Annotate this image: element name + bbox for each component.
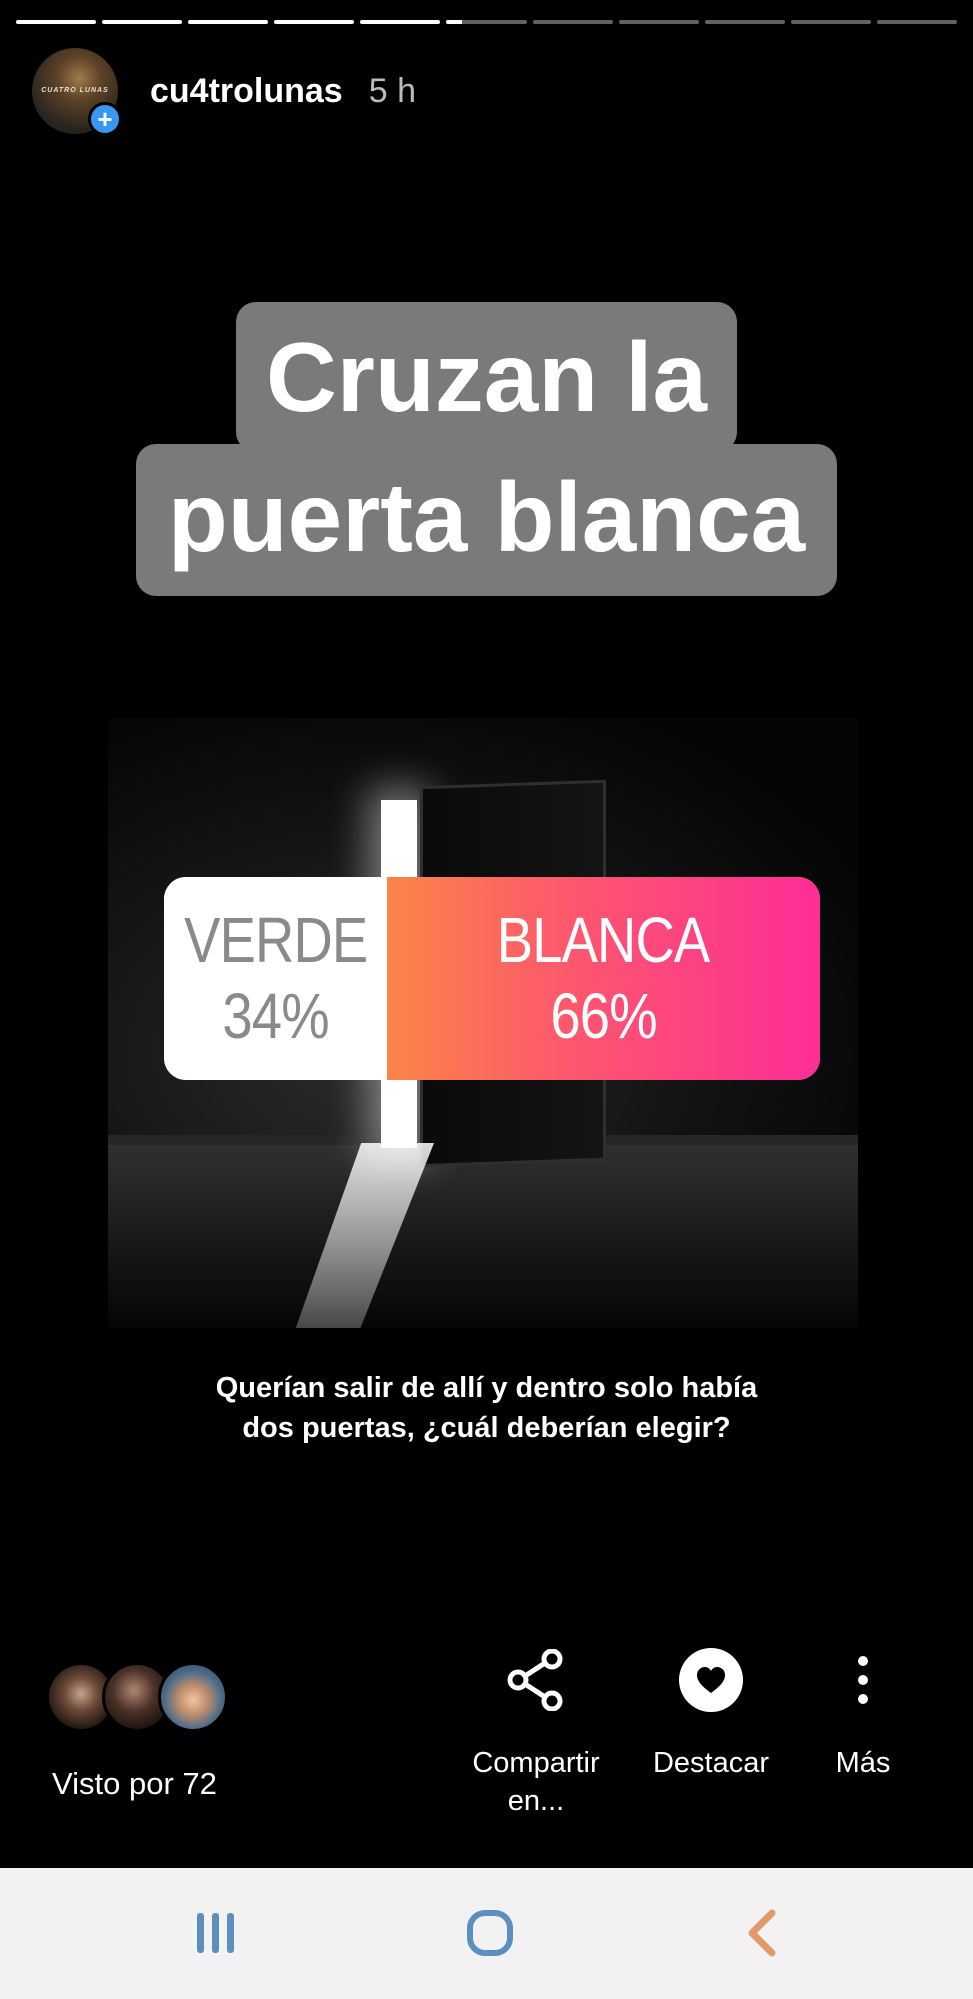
home-icon: [467, 1910, 513, 1956]
highlight-label: Destacar: [652, 1747, 770, 1779]
heart-icon: [678, 1640, 744, 1720]
story-progress-segment: [360, 20, 441, 24]
caption-line-1: Querían salir de allí y dentro solo habí…: [215, 1372, 758, 1404]
story-progress-segment: [102, 20, 183, 24]
share-label: Compartir en...: [472, 1744, 599, 1820]
story-progress-segment: [446, 20, 527, 24]
username[interactable]: cu4trolunas: [150, 72, 343, 111]
poll-option-percent: 66%: [550, 979, 657, 1052]
caption-line-2: dos puertas, ¿cuál deberían elegir?: [242, 1412, 731, 1444]
poll-results: VERDE 34% BLANCA 66%: [164, 877, 820, 1080]
recent-apps-icon: [197, 1913, 234, 1953]
story-progress-segment: [274, 20, 355, 24]
plus-icon[interactable]: +: [88, 102, 122, 136]
title-line-1: Cruzan la: [235, 302, 738, 452]
poll-option-verde[interactable]: VERDE 34%: [164, 877, 388, 1080]
floor: [108, 1143, 858, 1328]
home-button[interactable]: [445, 1898, 535, 1968]
share-button[interactable]: Compartir en...: [453, 1640, 619, 1820]
recent-apps-button[interactable]: [171, 1898, 261, 1968]
avatar-logo-text: CUATRO LUNAS: [41, 87, 109, 94]
profile-avatar[interactable]: CUATRO LUNAS +: [32, 48, 122, 136]
more-button[interactable]: Más: [800, 1640, 926, 1782]
story-progress-segment: [876, 20, 958, 24]
title-text: Cruzan la puerta blanca: [0, 302, 973, 596]
story-progress-segment: [188, 20, 269, 24]
story-progress-segment: [618, 20, 699, 24]
more-vertical-icon: [856, 1640, 870, 1720]
story-progress-segment: [16, 20, 97, 24]
back-icon: [748, 1909, 776, 1957]
poll-option-label: VERDE: [183, 903, 368, 976]
poll-option-blanca[interactable]: BLANCA 66%: [387, 877, 820, 1080]
back-button[interactable]: [717, 1898, 807, 1968]
share-label-line-1: Compartir: [472, 1747, 600, 1779]
story-progress-bar: [16, 20, 958, 24]
timestamp: 5 h: [368, 71, 416, 110]
poll-option-label: BLANCA: [497, 903, 710, 976]
story-header: CUATRO LUNAS + cu4trolunas 5 h: [32, 48, 416, 136]
poll-option-percent: 34%: [222, 979, 329, 1052]
story-progress-segment: [532, 20, 613, 24]
seen-by-count[interactable]: Visto por 72: [52, 1766, 217, 1802]
story-progress-segment: [704, 20, 785, 24]
more-label: Más: [835, 1747, 891, 1779]
story-caption: Querían salir de allí y dentro solo habí…: [0, 1368, 973, 1448]
story-progress-segment: [790, 20, 871, 24]
highlight-button[interactable]: Destacar: [630, 1640, 792, 1782]
viewer-avatar: [158, 1662, 228, 1732]
viewer-avatars[interactable]: [46, 1662, 236, 1734]
title-line-2: puerta blanca: [135, 444, 838, 596]
system-nav-bar: [0, 1868, 973, 1999]
share-icon: [506, 1640, 566, 1720]
share-label-line-2: en...: [507, 1785, 565, 1817]
